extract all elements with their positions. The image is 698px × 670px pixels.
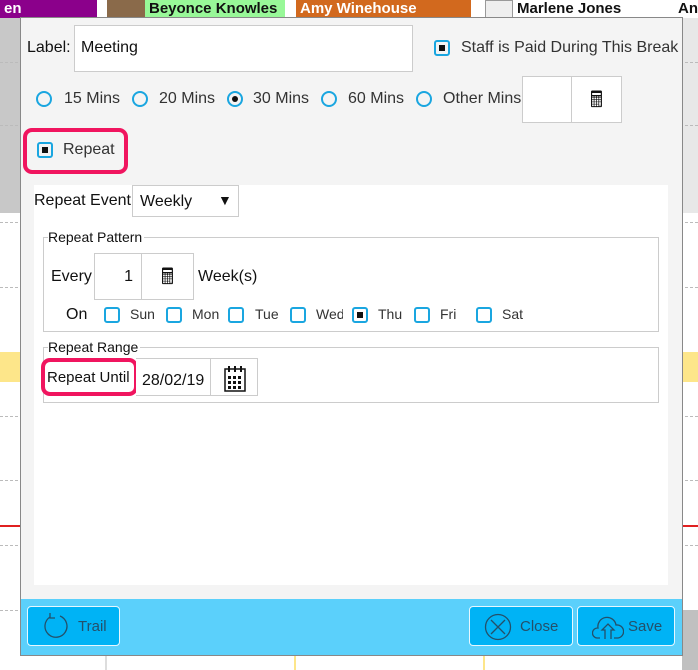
dropdown-arrow-icon: ▼ bbox=[218, 192, 232, 208]
staff-header[interactable]: Marlene Jones bbox=[513, 0, 661, 18]
day-label: Wed bbox=[316, 306, 343, 322]
label-value: Meeting bbox=[81, 39, 138, 56]
every-input[interactable]: 1 bbox=[94, 253, 142, 300]
other-mins-input[interactable] bbox=[522, 76, 572, 123]
trail-button[interactable]: Trail bbox=[27, 606, 120, 646]
day-mon-checkbox[interactable] bbox=[166, 307, 182, 323]
repeat-checkbox[interactable] bbox=[37, 142, 53, 158]
day-sun-checkbox[interactable] bbox=[104, 307, 120, 323]
radio-15-mins[interactable] bbox=[36, 91, 52, 107]
calculator-button[interactable]: 🖩 bbox=[571, 76, 622, 123]
day-fri-checkbox[interactable] bbox=[414, 307, 430, 323]
every-label: Every bbox=[51, 268, 92, 285]
save-button[interactable]: Save bbox=[577, 606, 675, 646]
day-label: Tue bbox=[255, 306, 279, 322]
close-icon bbox=[484, 613, 512, 641]
day-wed-checkbox[interactable] bbox=[290, 307, 306, 323]
radio-other-mins[interactable] bbox=[416, 91, 432, 107]
staff-header[interactable]: en bbox=[0, 0, 97, 18]
repeat-until-label: Repeat Until bbox=[47, 369, 130, 386]
calendar-icon bbox=[224, 366, 246, 392]
avatar bbox=[485, 0, 513, 18]
staff-header[interactable]: Beyonce Knowles bbox=[145, 0, 285, 18]
cloud-upload-icon bbox=[592, 616, 624, 639]
staff-header[interactable]: And bbox=[674, 0, 698, 18]
radio-label: 20 Mins bbox=[159, 90, 216, 107]
day-label: Thu bbox=[378, 306, 403, 322]
repeat-pattern-title: Repeat Pattern bbox=[48, 229, 145, 245]
undo-icon bbox=[44, 613, 68, 638]
radio-label: 60 Mins bbox=[348, 90, 405, 107]
paid-checkbox[interactable] bbox=[434, 40, 450, 56]
radio-30-mins[interactable] bbox=[227, 91, 243, 107]
close-button[interactable]: Close bbox=[469, 606, 573, 646]
staff-header[interactable]: Amy Winehouse bbox=[296, 0, 471, 18]
radio-label: 30 Mins bbox=[253, 90, 310, 107]
repeat-event-select[interactable]: Weekly ▼ bbox=[132, 185, 239, 217]
day-thu-checkbox[interactable] bbox=[352, 307, 368, 323]
day-label: Sat bbox=[502, 306, 524, 322]
repeat-until-input[interactable]: 28/02/19 bbox=[136, 358, 212, 396]
calculator-icon: 🖩 bbox=[160, 264, 175, 289]
repeat-label: Repeat bbox=[63, 141, 115, 158]
paid-label: Staff is Paid During This Break bbox=[461, 39, 679, 56]
radio-label: 15 Mins bbox=[64, 90, 121, 107]
avatar bbox=[107, 0, 145, 18]
day-label: Fri bbox=[440, 306, 457, 322]
on-label: On bbox=[66, 306, 88, 323]
day-label: Mon bbox=[192, 306, 220, 322]
day-label: Sun bbox=[130, 306, 155, 322]
radio-label: Other Mins bbox=[443, 90, 522, 107]
day-sat-checkbox[interactable] bbox=[476, 307, 492, 323]
label-input[interactable]: Meeting bbox=[74, 25, 413, 72]
repeat-event-label: Repeat Event bbox=[34, 192, 131, 209]
day-tue-checkbox[interactable] bbox=[228, 307, 244, 323]
unit-label: Week(s) bbox=[198, 268, 258, 285]
calculator-icon: 🖩 bbox=[589, 87, 604, 112]
repeat-range-title: Repeat Range bbox=[48, 339, 141, 355]
radio-60-mins[interactable] bbox=[321, 91, 337, 107]
label-caption: Label: bbox=[27, 39, 71, 56]
calculator-button[interactable]: 🖩 bbox=[141, 253, 194, 300]
date-picker-button[interactable] bbox=[210, 358, 258, 396]
radio-20-mins[interactable] bbox=[132, 91, 148, 107]
